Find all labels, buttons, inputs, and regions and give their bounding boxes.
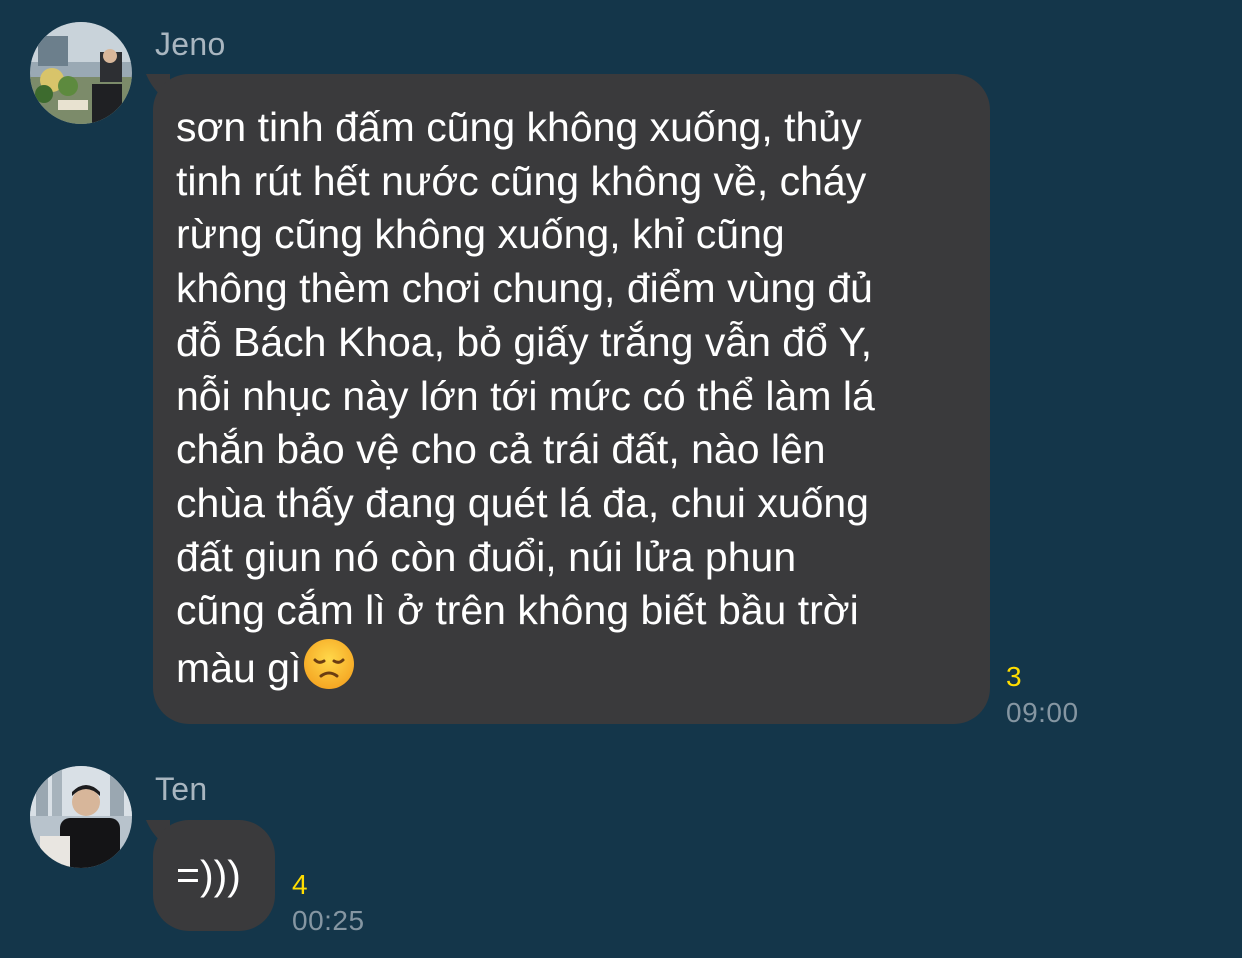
message-row: Ten =))) 4 00:25 <box>0 740 1242 958</box>
disappointed-face-emoji <box>304 639 355 690</box>
message-text: sơn tinh đấm cũng không xuống, thủy tinh… <box>176 104 875 692</box>
message-text: =))) <box>176 852 241 898</box>
avatar-photo-icon <box>30 766 132 868</box>
avatar[interactable] <box>30 766 132 868</box>
sender-name: Jeno <box>155 26 226 62</box>
timestamp: 00:25 <box>292 905 365 936</box>
message-bubble[interactable]: sơn tinh đấm cũng không xuống, thủy tinh… <box>153 74 990 724</box>
message-bubble[interactable]: =))) <box>153 820 275 931</box>
message-row: Jeno sơn tinh đấm cũng không xuống, thủy… <box>0 0 1242 740</box>
unread-count: 3 <box>1006 661 1022 692</box>
avatar-photo-icon <box>30 22 132 124</box>
unread-count: 4 <box>292 869 308 900</box>
sender-name: Ten <box>155 771 208 807</box>
avatar[interactable] <box>30 22 132 124</box>
timestamp: 09:00 <box>1006 697 1079 728</box>
